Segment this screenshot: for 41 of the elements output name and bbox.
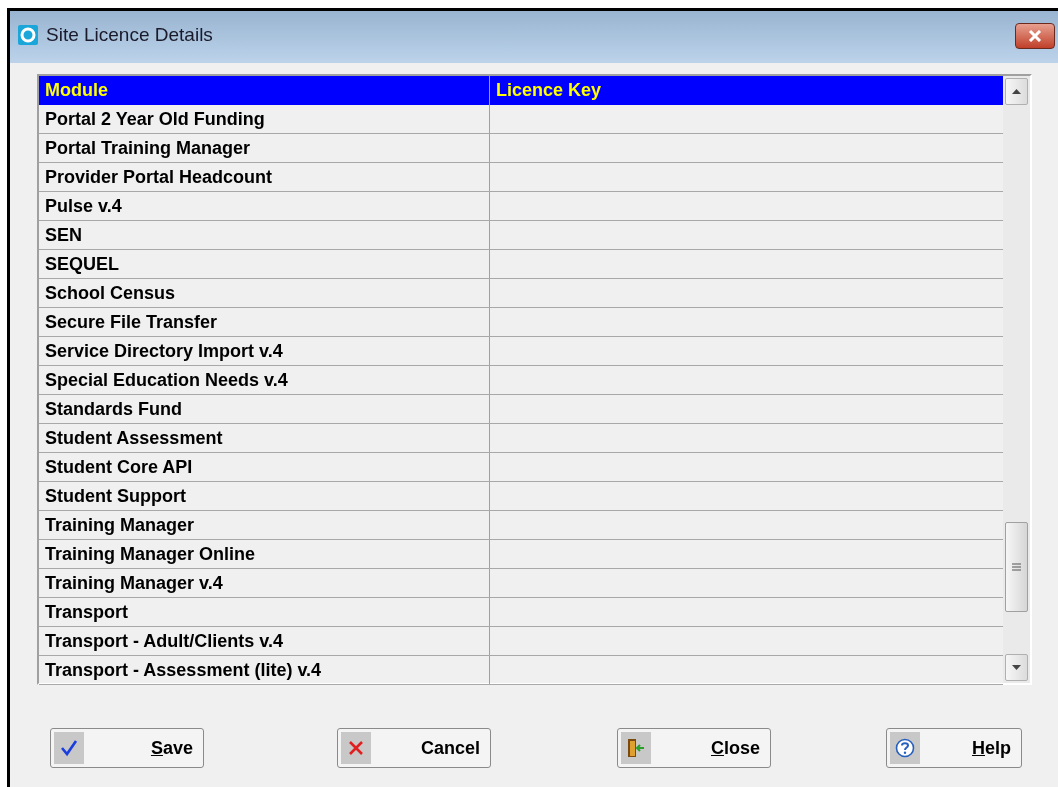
table-cell: Transport - Assessment (lite) v.4 <box>39 656 490 684</box>
table-cell: Pulse v.4 <box>39 192 490 220</box>
table-cell: Student Core API <box>39 453 490 481</box>
door-exit-icon <box>626 737 646 759</box>
down-arrow-icon <box>1012 665 1021 670</box>
table-cell: Service Directory Import v.4 <box>39 337 490 365</box>
table-cell: Training Manager Online <box>39 540 490 568</box>
table-cell: Portal 2 Year Old Funding <box>39 105 490 133</box>
scrollbar[interactable] <box>1003 76 1030 683</box>
table-cell: Special Education Needs v.4 <box>39 366 490 394</box>
table-cell: Standards Fund <box>39 395 490 423</box>
table-cell: Training Manager v.4 <box>39 569 490 597</box>
scroll-down-button[interactable] <box>1005 654 1028 681</box>
help-button[interactable]: Help <box>886 728 1022 768</box>
cancel-button[interactable]: Cancel <box>337 728 491 768</box>
column-header: Module <box>39 76 490 105</box>
checkmark-icon <box>60 739 78 757</box>
scroll-up-button[interactable] <box>1005 78 1028 105</box>
close-button[interactable] <box>1015 23 1055 49</box>
scroll-thumb[interactable] <box>1005 522 1028 612</box>
close-icon <box>1028 30 1042 42</box>
help-icon <box>895 738 915 758</box>
table-cell: Transport - Adult/Clients v.4 <box>39 627 490 655</box>
table-cell: SEQUEL <box>39 250 490 278</box>
table-cell: Provider Portal Headcount <box>39 163 490 191</box>
close-button[interactable]: Close <box>617 728 771 768</box>
window-title: Site Licence Details <box>46 24 213 46</box>
table-cell: Student Assessment <box>39 424 490 452</box>
table-cell: Portal Training Manager <box>39 134 490 162</box>
table-cell: SEN <box>39 221 490 249</box>
table-cell: Secure File Transfer <box>39 308 490 336</box>
grip-icon <box>1012 563 1021 571</box>
ring-icon <box>18 25 38 45</box>
up-arrow-icon <box>1012 89 1021 94</box>
table-cell: Transport <box>39 598 490 626</box>
table-cell: School Census <box>39 279 490 307</box>
cross-icon <box>347 739 365 757</box>
table-cell: Student Support <box>39 482 490 510</box>
table-cell: Training Manager <box>39 511 490 539</box>
column-header: Licence Key <box>495 79 603 102</box>
save-button[interactable]: Save <box>50 728 204 768</box>
